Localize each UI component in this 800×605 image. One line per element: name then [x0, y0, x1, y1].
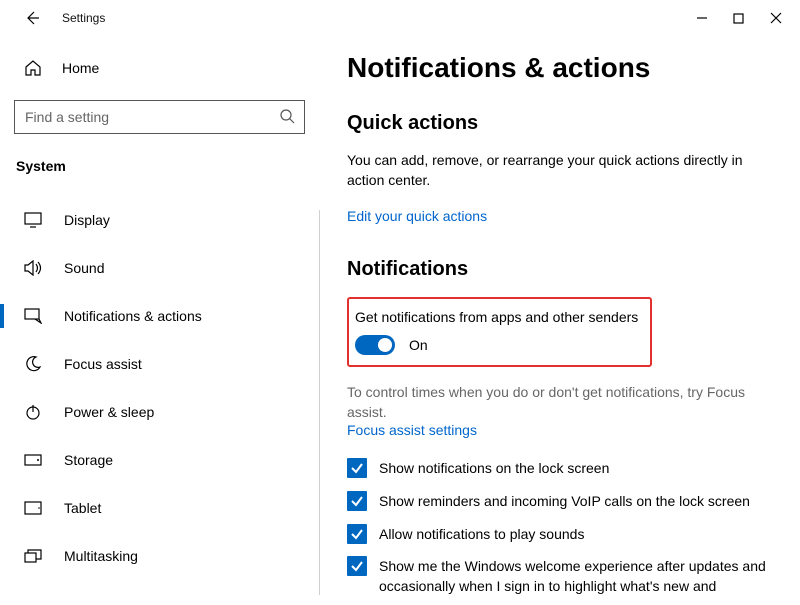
home-label: Home — [62, 60, 99, 76]
home-icon — [24, 59, 42, 77]
sidebar-category: System — [16, 158, 305, 174]
check-label: Show notifications on the lock screen — [379, 458, 609, 479]
close-button[interactable] — [769, 12, 782, 25]
maximize-icon — [733, 13, 744, 24]
search-wrap — [14, 100, 305, 134]
sidebar: Home System Display Sound Notifications … — [0, 36, 319, 605]
check-play-sounds[interactable]: Allow notifications to play sounds — [347, 524, 776, 545]
check-label: Show me the Windows welcome experience a… — [379, 556, 776, 596]
toggle-knob — [378, 338, 392, 352]
power-icon — [24, 404, 42, 420]
sidebar-item-label: Notifications & actions — [64, 308, 202, 324]
notification-options: Show notifications on the lock screen Sh… — [347, 458, 776, 596]
sidebar-item-power[interactable]: Power & sleep — [0, 388, 319, 436]
minimize-button[interactable] — [695, 12, 708, 25]
page-title: Notifications & actions — [347, 52, 776, 84]
home-nav[interactable]: Home — [14, 48, 305, 88]
highlight-box: Get notifications from apps and other se… — [347, 297, 652, 367]
sidebar-item-label: Storage — [64, 452, 113, 468]
nav-list: Display Sound Notifications & actions Fo… — [0, 196, 319, 580]
maximize-button[interactable] — [732, 12, 745, 25]
quick-actions-heading: Quick actions — [347, 112, 776, 135]
check-label: Show reminders and incoming VoIP calls o… — [379, 491, 750, 512]
notifications-toggle[interactable] — [355, 335, 395, 355]
checkbox-icon — [347, 524, 367, 544]
notifications-heading: Notifications — [347, 258, 776, 281]
toggle-title: Get notifications from apps and other se… — [355, 309, 638, 325]
sidebar-item-tablet[interactable]: Tablet — [0, 484, 319, 532]
edit-quick-actions-link[interactable]: Edit your quick actions — [347, 208, 487, 224]
sound-icon — [24, 260, 42, 276]
sidebar-item-sound[interactable]: Sound — [0, 244, 319, 292]
window-controls — [695, 12, 800, 25]
check-label: Allow notifications to play sounds — [379, 524, 584, 545]
sidebar-item-label: Power & sleep — [64, 404, 154, 420]
sidebar-item-focus-assist[interactable]: Focus assist — [0, 340, 319, 388]
checkbox-icon — [347, 458, 367, 478]
search-input[interactable] — [14, 100, 305, 134]
tablet-icon — [24, 501, 42, 515]
sidebar-item-label: Display — [64, 212, 110, 228]
check-welcome-experience[interactable]: Show me the Windows welcome experience a… — [347, 556, 776, 596]
minimize-icon — [696, 12, 708, 24]
sidebar-item-notifications[interactable]: Notifications & actions — [0, 292, 319, 340]
toggle-state: On — [409, 337, 428, 353]
sidebar-item-label: Sound — [64, 260, 104, 276]
sidebar-item-display[interactable]: Display — [0, 196, 319, 244]
vertical-separator — [319, 210, 320, 595]
sidebar-item-storage[interactable]: Storage — [0, 436, 319, 484]
sidebar-item-label: Focus assist — [64, 356, 142, 372]
quick-actions-desc: You can add, remove, or rearrange your q… — [347, 151, 747, 190]
display-icon — [24, 212, 42, 228]
focus-assist-hint: To control times when you do or don't ge… — [347, 383, 767, 422]
checkbox-icon — [347, 491, 367, 511]
sidebar-item-multitasking[interactable]: Multitasking — [0, 532, 319, 580]
checkbox-icon — [347, 556, 367, 576]
titlebar: Settings — [0, 0, 800, 36]
check-reminders-voip[interactable]: Show reminders and incoming VoIP calls o… — [347, 491, 776, 512]
arrow-left-icon — [24, 10, 40, 26]
storage-icon — [24, 454, 42, 466]
moon-icon — [24, 356, 42, 372]
content-pane: Notifications & actions Quick actions Yo… — [319, 36, 800, 605]
check-lock-screen[interactable]: Show notifications on the lock screen — [347, 458, 776, 479]
sidebar-item-label: Tablet — [64, 500, 101, 516]
multitasking-icon — [24, 549, 42, 563]
window-title: Settings — [62, 11, 105, 25]
focus-assist-link[interactable]: Focus assist settings — [347, 422, 477, 438]
close-icon — [770, 12, 782, 24]
notifications-icon — [24, 308, 42, 324]
back-button[interactable] — [18, 4, 46, 32]
sidebar-item-label: Multitasking — [64, 548, 138, 564]
